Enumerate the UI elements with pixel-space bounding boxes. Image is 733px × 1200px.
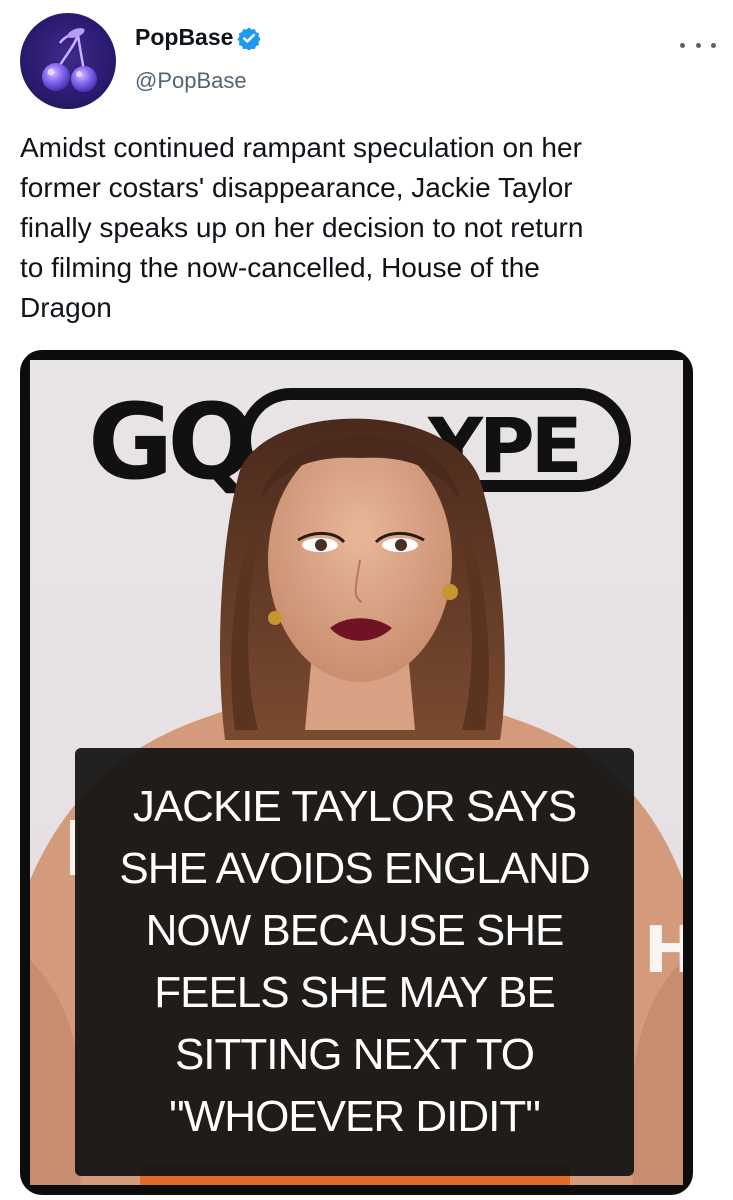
author-avatar[interactable] [20,13,116,109]
author-display-name[interactable]: PopBase [135,24,233,51]
verified-badge-icon [237,27,262,50]
more-options-icon[interactable] [680,38,716,52]
cherry-icon [42,28,97,92]
caption-line: FEELS SHE MAY BE [154,968,556,1017]
caption-overlay: JACKIE TAYLOR SAYS SHE AVOIDS ENGLAND NO… [75,748,634,1176]
author-name-row[interactable]: PopBase [135,24,262,51]
tweet-card: PopBase @PopBase Amidst continued rampan… [0,0,733,1200]
caption-line: SITTING NEXT TO [174,1030,535,1079]
more-dot [680,42,685,48]
caption-line: JACKIE TAYLOR SAYS [132,782,577,831]
author-handle[interactable]: @PopBase [135,68,247,94]
more-dot [711,42,716,48]
more-dot [695,42,701,48]
magazine-logo-text: GQ [88,381,251,503]
tweet-media[interactable]: GQ YPE H JACKIE TAYLOR SAYS SHE AVOIDS E… [20,350,693,1195]
caption-line: NOW BECAUSE SHE [145,906,565,955]
caption-line: "WHOEVER DIDIT" [169,1092,541,1141]
cover-side-letter: H [644,914,683,988]
magazine-cover-photo: GQ YPE H JACKIE TAYLOR SAYS SHE AVOIDS E… [30,360,683,1185]
caption-line: SHE AVOIDS ENGLAND [119,844,590,893]
tweet-text: Amidst continued rampant speculation on … [20,132,584,323]
